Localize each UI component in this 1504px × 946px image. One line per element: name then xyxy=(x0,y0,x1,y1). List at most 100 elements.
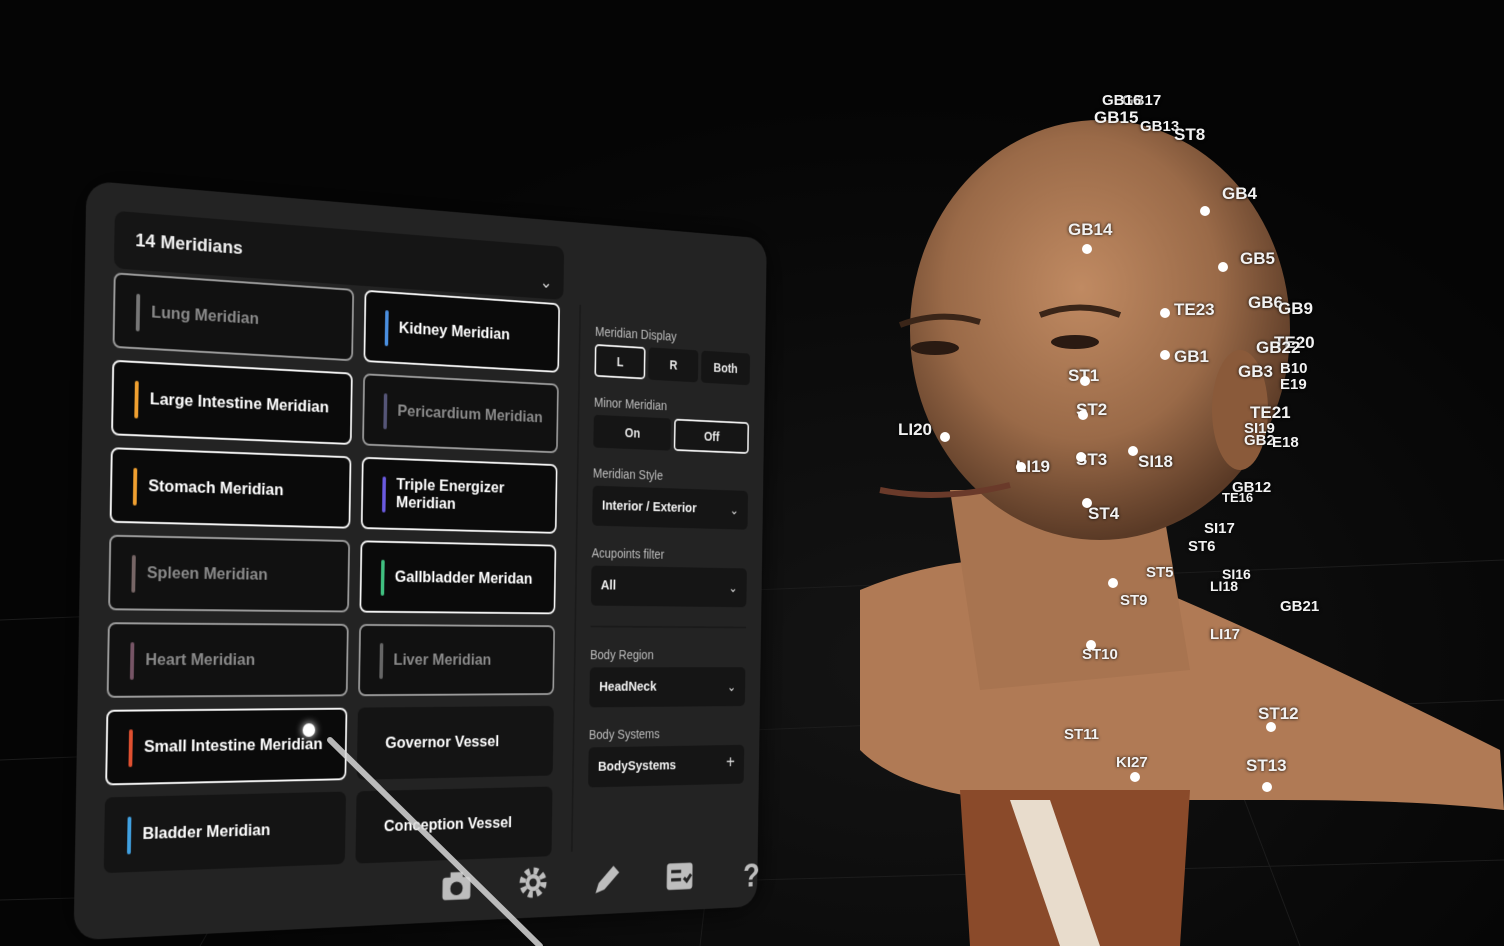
acupoint-label[interactable]: GB22 xyxy=(1256,338,1300,358)
meridian-small-intestine-button[interactable]: Small Intestine Meridian xyxy=(105,707,348,786)
help-icon[interactable]: ? xyxy=(733,853,767,893)
body-region-label: Body Region xyxy=(590,647,654,662)
panel-title: 14 Meridians xyxy=(135,230,243,259)
acupoint-label[interactable]: ST13 xyxy=(1246,756,1287,776)
acupoint-label[interactable]: LI17 xyxy=(1210,626,1240,643)
acupoint-dot[interactable] xyxy=(940,432,950,442)
camera-icon[interactable] xyxy=(438,865,476,908)
meridian-label: Lung Meridian xyxy=(151,302,260,328)
acupoint-dot[interactable] xyxy=(1108,578,1118,588)
acupoint-label[interactable]: GB5 xyxy=(1240,249,1275,269)
checklist-icon[interactable] xyxy=(662,856,697,897)
meridian-grid: Lung Meridian Kidney Meridian Large Inte… xyxy=(103,272,564,874)
pen-icon[interactable] xyxy=(590,859,626,900)
meridian-color-bar xyxy=(129,642,135,680)
meridian-label: Governor Vessel xyxy=(385,731,500,752)
settings-section: Meridian Display L R Both Minor Meridian… xyxy=(588,324,751,807)
acupoint-dot[interactable] xyxy=(1016,462,1026,472)
minor-off-button[interactable]: Off xyxy=(673,418,750,454)
acupoint-label[interactable]: ST9 xyxy=(1120,592,1148,609)
acupoint-dot[interactable] xyxy=(1080,376,1090,386)
meridian-style-value: Interior / Exterior xyxy=(601,497,697,516)
acupoint-label[interactable]: ST6 xyxy=(1188,538,1216,555)
acupoint-dot[interactable] xyxy=(1130,772,1140,782)
acupoint-dot[interactable] xyxy=(1082,244,1092,254)
meridian-color-bar xyxy=(379,643,384,680)
meridian-liver-button[interactable]: Liver Meridian xyxy=(358,623,556,697)
meridian-color-bar xyxy=(126,816,132,855)
acupoint-dot[interactable] xyxy=(1160,350,1170,360)
meridian-spleen-button[interactable]: Spleen Meridian xyxy=(108,534,351,613)
meridian-stomach-button[interactable]: Stomach Meridian xyxy=(109,447,352,529)
body-region-value: HeadNeck xyxy=(599,678,657,695)
acupoint-dot[interactable] xyxy=(1082,498,1092,508)
acupoint-label[interactable]: GB16 xyxy=(1102,92,1141,109)
acupoint-dot[interactable] xyxy=(1160,308,1170,318)
meridian-color-bar xyxy=(135,293,141,332)
display-both-button[interactable]: Both xyxy=(700,350,751,386)
acupoint-label[interactable]: GB4 xyxy=(1222,184,1257,204)
meridian-heart-button[interactable]: Heart Meridian xyxy=(106,622,349,698)
acupoints-filter-value: All xyxy=(600,577,617,594)
acupoint-dot[interactable] xyxy=(1076,452,1086,462)
meridian-lung-button[interactable]: Lung Meridian xyxy=(112,272,355,362)
acupoint-label[interactable]: GB21 xyxy=(1280,598,1319,615)
minor-on-button[interactable]: On xyxy=(593,414,672,451)
meridian-gallbladder-button[interactable]: Gallbladder Meridan xyxy=(359,540,557,615)
acupoint-label[interactable]: ST8 xyxy=(1174,125,1205,145)
meridian-label: Triple Energizer Meridian xyxy=(395,475,505,513)
display-left-button[interactable]: L xyxy=(594,343,646,380)
acupoint-dot[interactable] xyxy=(1086,640,1096,650)
meridian-label: Small Intestine Meridian xyxy=(143,734,323,756)
acupoint-label[interactable]: LI20 xyxy=(898,420,932,440)
acupoint-label[interactable]: B10 xyxy=(1280,360,1308,377)
chevron-down-icon: ⌄ xyxy=(539,272,553,292)
meridian-triple-energizer-button[interactable]: Triple Energizer Meridian xyxy=(360,456,558,534)
acupoint-label[interactable]: ST11 xyxy=(1064,726,1099,743)
acupoint-label[interactable]: GB15 xyxy=(1094,108,1138,128)
acupoint-dot[interactable] xyxy=(1200,206,1210,216)
acupoint-label[interactable]: GB9 xyxy=(1278,299,1313,319)
acupoint-label[interactable]: ST12 xyxy=(1258,704,1299,724)
meridian-pericardium-button[interactable]: Pericardium Meridian xyxy=(362,373,559,454)
acupoint-label[interactable]: KI27 xyxy=(1116,754,1148,771)
acupoint-label[interactable]: GB1 xyxy=(1174,347,1209,367)
acupoints-filter-dropdown[interactable]: All ⌄ xyxy=(590,565,747,608)
acupoint-label[interactable]: GB2 xyxy=(1244,432,1275,449)
meridian-kidney-button[interactable]: Kidney Meridian xyxy=(363,289,561,373)
acupoint-dot[interactable] xyxy=(1218,262,1228,272)
acupoint-label[interactable]: TE16 xyxy=(1222,490,1253,505)
acupoint-dot[interactable] xyxy=(1078,410,1088,420)
meridian-conception-vessel-button[interactable]: Conception Vessel xyxy=(355,786,553,864)
gear-icon[interactable] xyxy=(515,862,552,904)
minor-meridian-toggle: On Off xyxy=(593,414,750,454)
acupoint-label[interactable]: SI17 xyxy=(1204,520,1235,537)
acupoint-label[interactable]: GB3 xyxy=(1238,362,1273,382)
acupoint-dot[interactable] xyxy=(1266,722,1276,732)
head-model-view[interactable] xyxy=(860,110,1504,946)
acupoint-label[interactable]: TE23 xyxy=(1174,300,1215,320)
acupoints-filter-label: Acupoints filter xyxy=(591,545,665,562)
meridian-governor-vessel-button[interactable]: Governor Vessel xyxy=(356,705,554,780)
acupoint-dot[interactable] xyxy=(1128,446,1138,456)
acupoint-label[interactable]: SI18 xyxy=(1138,452,1173,472)
meridian-color-bar xyxy=(384,310,389,347)
meridian-label: Gallbladder Meridan xyxy=(394,567,533,588)
body-region-dropdown[interactable]: HeadNeck ⌄ xyxy=(589,667,746,708)
meridian-style-label: Meridian Style xyxy=(592,465,664,483)
body-systems-dropdown[interactable]: BodySystems + xyxy=(588,744,745,788)
meridian-label: Bladder Meridian xyxy=(142,820,271,843)
meridian-large-intestine-button[interactable]: Large Intestine Meridian xyxy=(111,359,353,445)
acupoint-label[interactable]: E19 xyxy=(1280,376,1307,393)
acupoint-label[interactable]: LI18 xyxy=(1210,578,1238,594)
meridian-style-dropdown[interactable]: Interior / Exterior ⌄ xyxy=(592,485,749,530)
acupoint-label[interactable]: E18 xyxy=(1272,434,1299,451)
acupoint-label[interactable]: ST4 xyxy=(1088,504,1119,524)
acupoint-label[interactable]: ST5 xyxy=(1146,564,1174,581)
meridian-bladder-button[interactable]: Bladder Meridian xyxy=(103,791,347,874)
acupoint-dot[interactable] xyxy=(1262,782,1272,792)
section-separator xyxy=(590,625,747,629)
acupoint-label[interactable]: GB14 xyxy=(1068,220,1112,240)
meridian-label: Heart Meridian xyxy=(145,649,256,669)
display-right-button[interactable]: R xyxy=(648,347,699,383)
